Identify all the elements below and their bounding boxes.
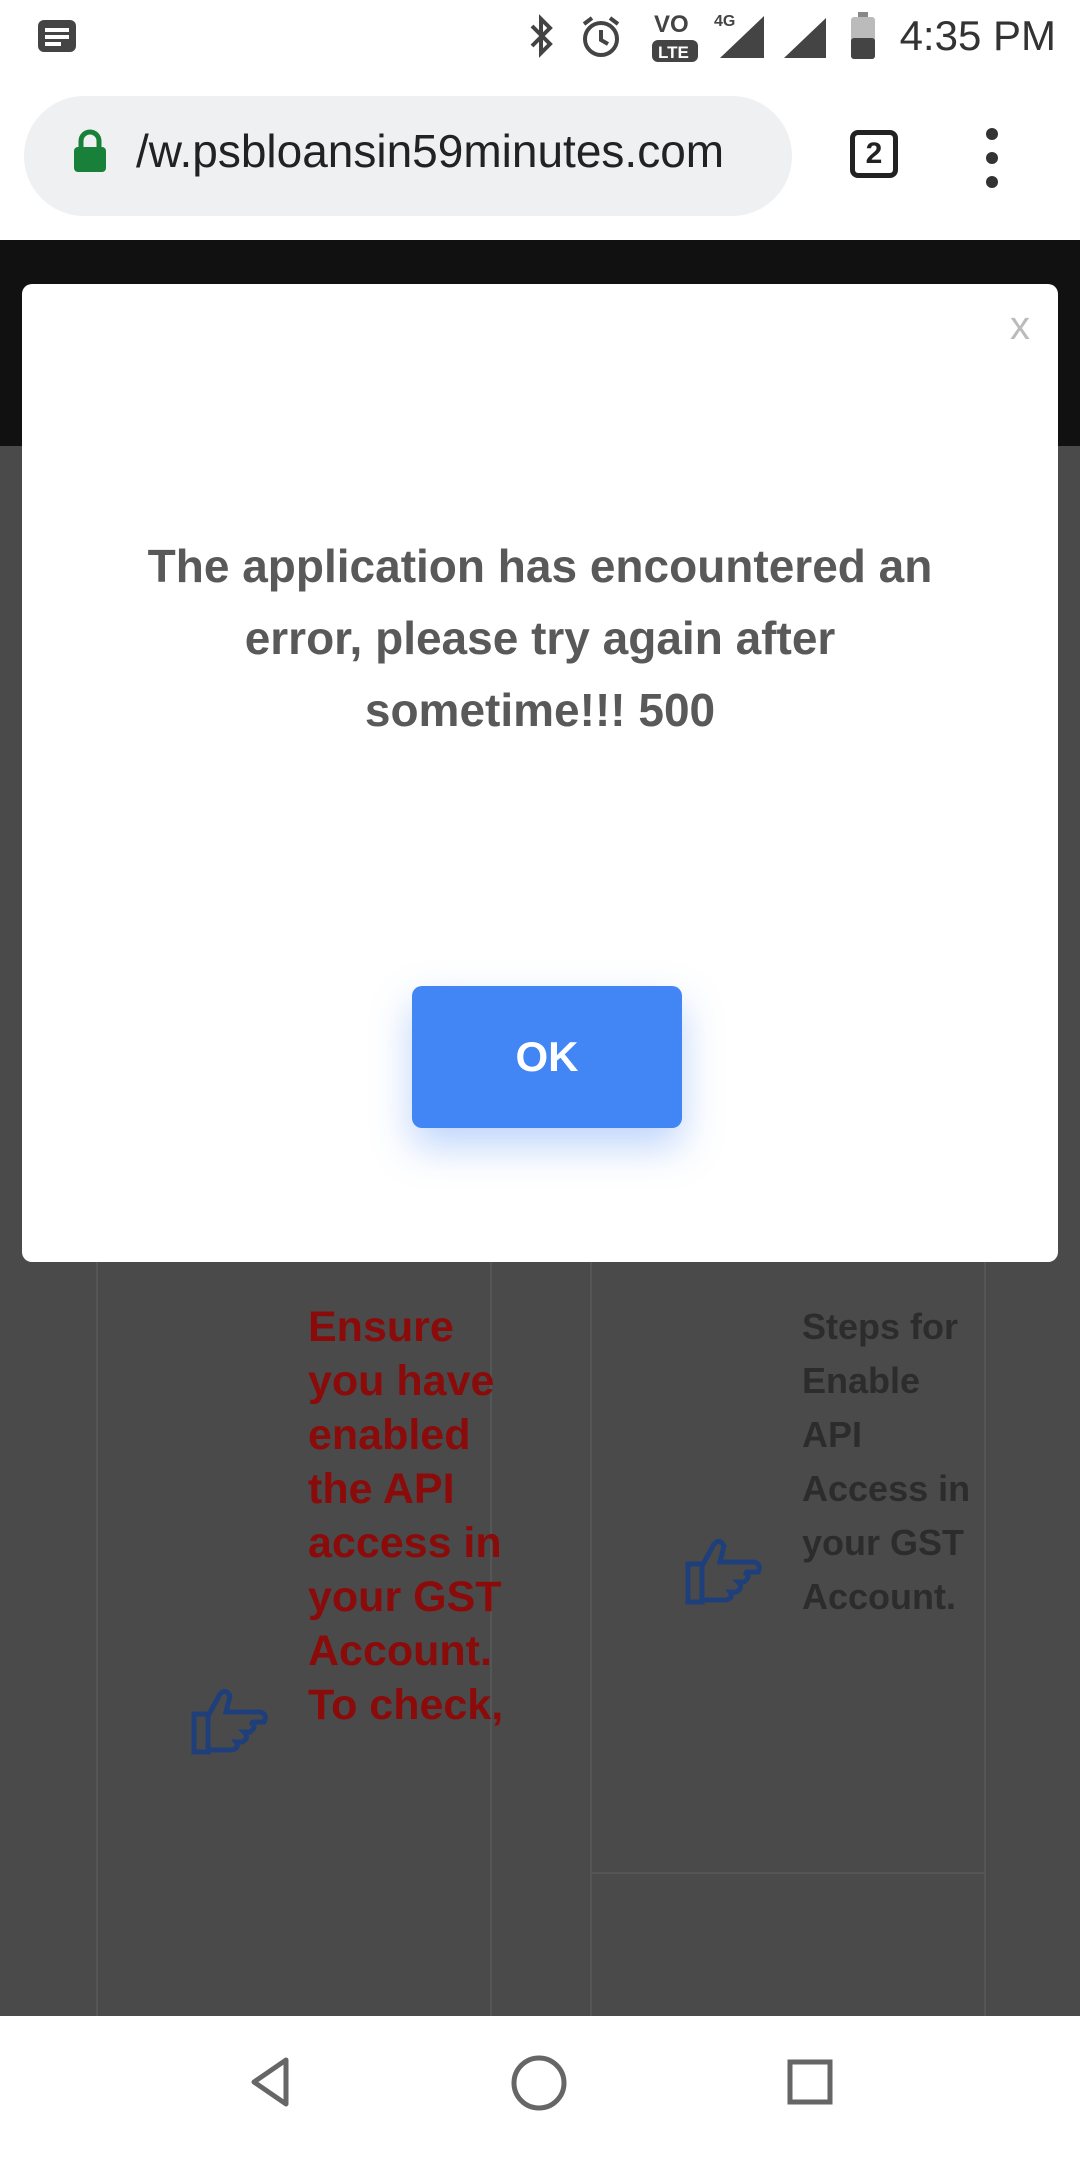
svg-text:VO: VO xyxy=(654,11,689,38)
recents-icon[interactable] xyxy=(786,2058,834,2111)
address-bar[interactable]: /w.psbloansin59minutes.com xyxy=(24,96,792,216)
navigation-bar xyxy=(0,2016,1080,2160)
battery-icon xyxy=(850,12,876,65)
ok-button[interactable]: OK xyxy=(412,986,682,1128)
close-button[interactable]: x xyxy=(1010,304,1030,349)
bluetooth-icon xyxy=(524,14,558,63)
home-icon[interactable] xyxy=(510,2054,568,2117)
thumbs-icon xyxy=(680,1536,764,1613)
svg-text:4G: 4G xyxy=(714,13,735,30)
back-icon[interactable] xyxy=(248,2056,292,2113)
right-card-lower xyxy=(590,1872,986,2016)
clock-time: 4:35 PM xyxy=(899,12,1056,59)
svg-text:LTE: LTE xyxy=(658,43,689,62)
alarm-icon xyxy=(578,14,624,65)
lock-icon xyxy=(72,128,108,179)
signal-4g-icon: 4G xyxy=(712,10,770,65)
signal-icon xyxy=(782,16,828,65)
warning-text: Ensure you have enabled the API access i… xyxy=(308,1303,504,1729)
error-dialog: x The application has encountered an err… xyxy=(22,284,1058,1262)
thumbs-icon xyxy=(186,1686,270,1763)
tab-switcher-button[interactable]: 2 xyxy=(850,130,898,178)
error-message: The application has encountered an error… xyxy=(147,540,933,736)
url-text: /w.psbloansin59minutes.com xyxy=(136,125,725,177)
volte-icon: VO LTE xyxy=(650,6,708,71)
browser-toolbar: /w.psbloansin59minutes.com 2 xyxy=(0,72,1080,240)
notification-icon xyxy=(36,18,78,59)
status-bar: VO LTE 4G 4:35 PM xyxy=(0,0,1080,72)
steps-text: Steps for Enable API Access in your GST … xyxy=(802,1306,971,1617)
overflow-menu-icon[interactable] xyxy=(986,128,998,188)
